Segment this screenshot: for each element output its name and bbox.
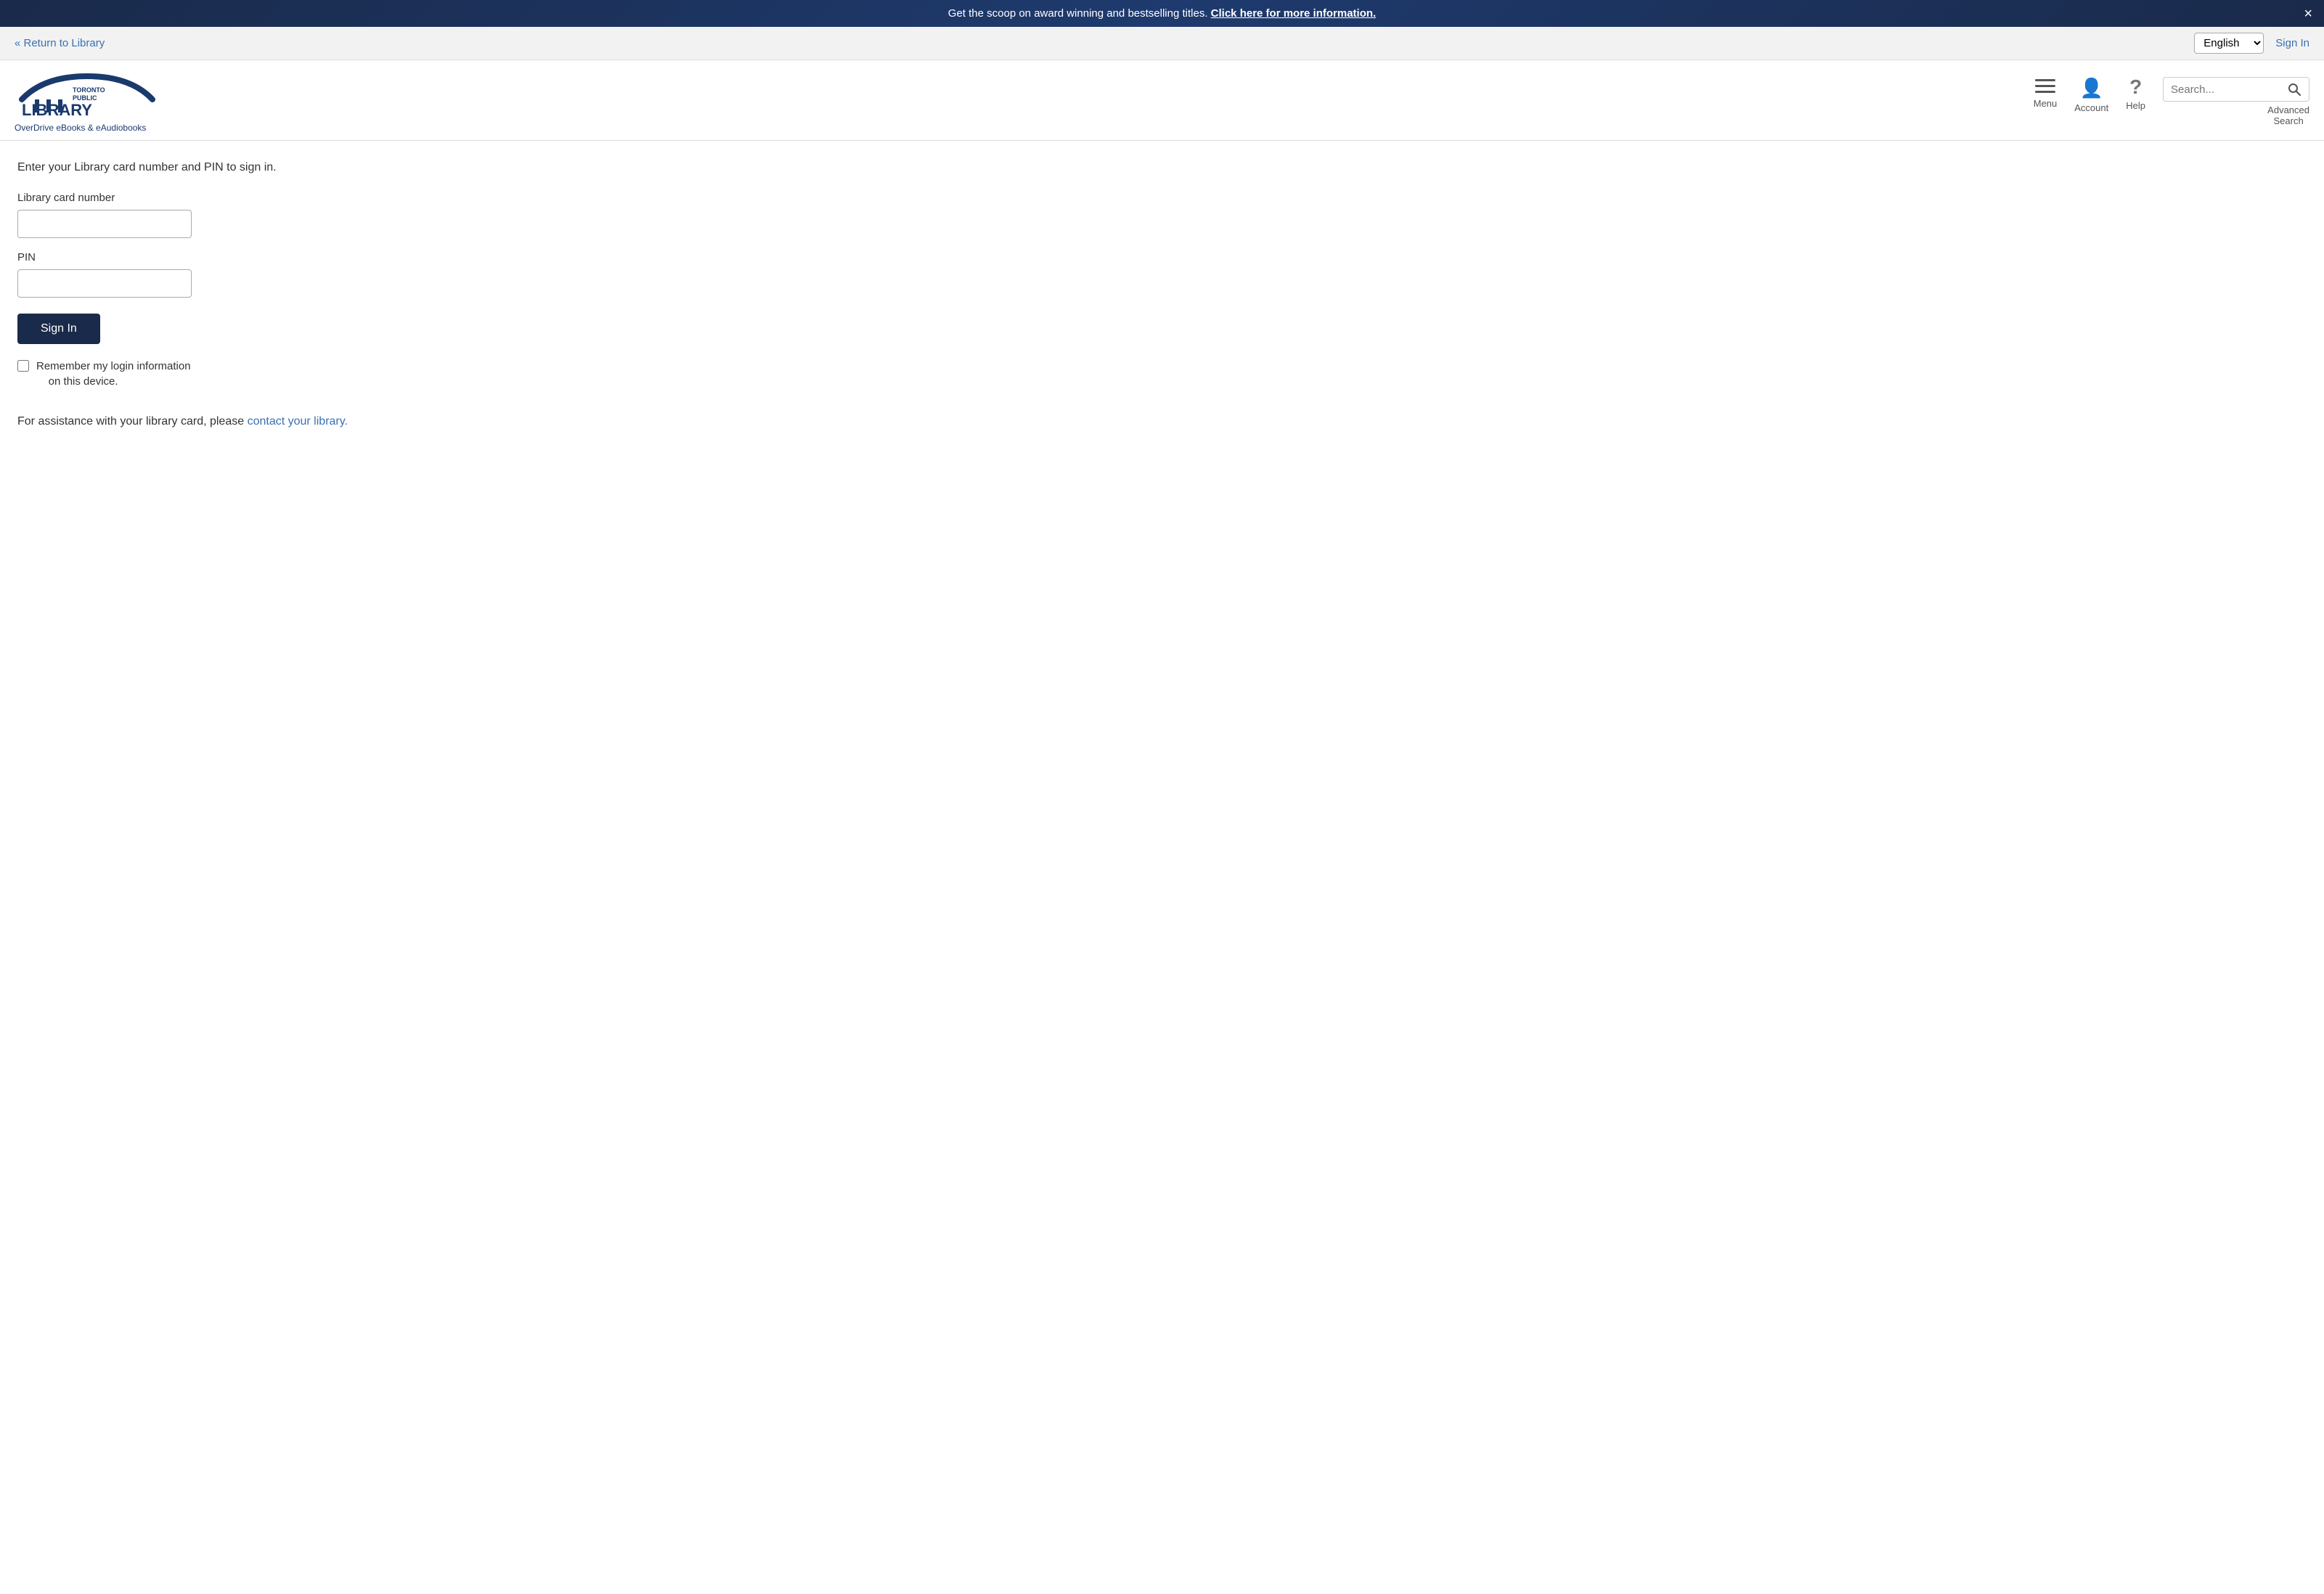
language-selector[interactable]: English Français Español	[2194, 33, 2264, 54]
svg-text:LIBRARY: LIBRARY	[22, 101, 92, 119]
header-sign-in-link[interactable]: Sign In	[2275, 37, 2309, 49]
menu-button[interactable]: Menu	[2034, 77, 2058, 109]
main-content: Enter your Library card number and PIN t…	[0, 141, 2324, 449]
search-button[interactable]	[2280, 78, 2309, 101]
card-number-label: Library card number	[17, 192, 2307, 204]
logo-subtitle: OverDrive eBooks & eAudiobooks	[15, 123, 160, 133]
promo-banner: Get the scoop on award winning and bests…	[0, 0, 2324, 27]
help-button[interactable]: ? Help	[2126, 77, 2145, 111]
remember-me-row: Remember my login information on this de…	[17, 359, 2307, 389]
return-to-library-link[interactable]: « Return to Library	[15, 37, 105, 49]
pin-input[interactable]	[17, 269, 192, 298]
top-nav-right: English Français Español Sign In	[2194, 33, 2309, 54]
advanced-search-link[interactable]: AdvancedSearch	[2267, 105, 2309, 126]
hamburger-icon	[2035, 77, 2055, 95]
banner-text: Get the scoop on award winning and bests…	[948, 7, 1211, 20]
banner-link[interactable]: Click here for more information.	[1211, 7, 1377, 20]
intro-text: Enter your Library card number and PIN t…	[17, 161, 2307, 174]
help-icon: ?	[2129, 77, 2142, 97]
search-area: AdvancedSearch	[2163, 77, 2309, 126]
logo-area: TORONTO PUBLIC LIBRARY OverDrive eBooks …	[15, 70, 160, 133]
card-number-field-group: Library card number	[17, 192, 2307, 238]
top-navigation: « Return to Library English Français Esp…	[0, 27, 2324, 60]
help-label: Help	[2126, 100, 2145, 111]
banner-close-button[interactable]: ×	[2304, 7, 2312, 21]
svg-text:TORONTO: TORONTO	[73, 86, 105, 94]
card-number-input[interactable]	[17, 210, 192, 238]
search-icon	[2287, 82, 2301, 97]
search-bar	[2163, 77, 2309, 102]
search-input[interactable]	[2164, 79, 2280, 100]
library-logo: TORONTO PUBLIC LIBRARY	[15, 70, 160, 121]
person-icon: 👤	[2080, 77, 2103, 99]
header-nav-icons: Menu 👤 Account ? Help AdvancedSe	[2034, 77, 2309, 126]
account-button[interactable]: 👤 Account	[2074, 77, 2108, 113]
pin-field-group: PIN	[17, 251, 2307, 298]
assistance-text: For assistance with your library card, p…	[17, 415, 2307, 428]
account-label: Account	[2074, 102, 2108, 113]
menu-label: Menu	[2034, 98, 2058, 109]
sign-in-button[interactable]: Sign In	[17, 314, 100, 344]
assistance-static: For assistance with your library card, p…	[17, 415, 248, 428]
remember-label[interactable]: Remember my login information on this de…	[36, 359, 191, 389]
pin-label: PIN	[17, 251, 2307, 263]
remember-checkbox[interactable]	[17, 360, 29, 372]
site-header: TORONTO PUBLIC LIBRARY OverDrive eBooks …	[0, 60, 2324, 141]
contact-library-link[interactable]: contact your library.	[248, 415, 348, 428]
